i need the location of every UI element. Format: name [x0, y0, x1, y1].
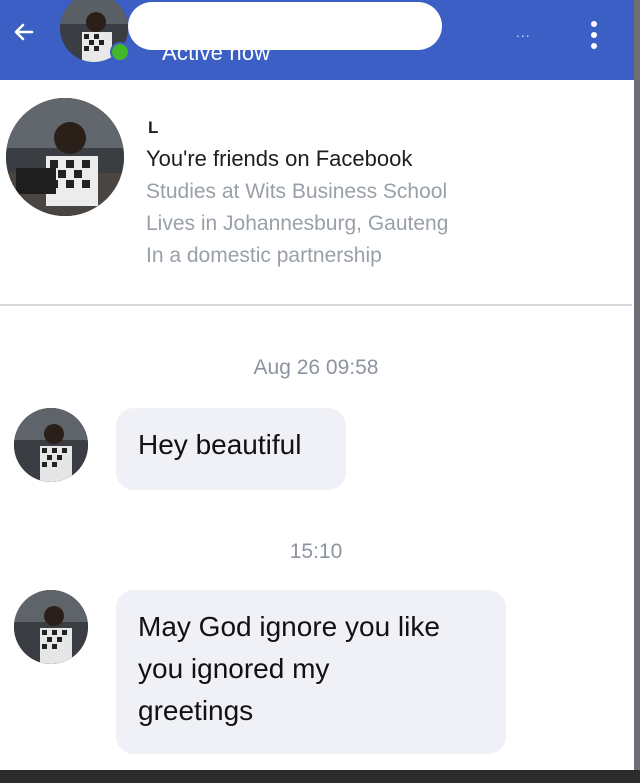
- more-vertical-icon: [591, 21, 597, 27]
- profile-photo: [14, 590, 88, 664]
- bottom-edge: [0, 770, 640, 783]
- profile-name: L: [148, 118, 159, 137]
- profile-avatar[interactable]: [6, 98, 124, 216]
- profile-card: L You're friends on Facebook Studies at …: [0, 80, 632, 306]
- timestamp: 15:10: [289, 540, 343, 563]
- back-button[interactable]: [6, 14, 42, 50]
- friends-status: You're friends on Facebook: [146, 146, 413, 171]
- education-info: Studies at Wits Business School: [146, 180, 448, 203]
- message-bubble[interactable]: Hey beautiful: [116, 408, 346, 490]
- arrow-left-icon: [14, 23, 34, 41]
- sender-avatar[interactable]: [14, 408, 88, 482]
- scrollbar-edge: [634, 0, 640, 783]
- more-options-button[interactable]: [582, 14, 606, 56]
- profile-photo: [6, 98, 124, 216]
- online-indicator: [110, 42, 130, 62]
- active-status: Active now: [162, 40, 271, 65]
- message-text: Hey beautiful: [138, 429, 302, 460]
- profile-photo: [14, 408, 88, 482]
- message-text-line: May God ignore you like: [138, 611, 440, 642]
- timestamp: Aug 26 09:58: [253, 356, 379, 379]
- header-ellipsis: ...: [516, 24, 531, 40]
- message-text-line: you ignored my: [138, 653, 330, 684]
- message-text-line: greetings: [138, 695, 254, 726]
- message-bubble[interactable]: May God ignore you like you ignored my g…: [116, 590, 506, 754]
- conversation-header: Active now ...: [0, 0, 634, 80]
- sender-avatar[interactable]: [14, 590, 88, 664]
- relationship-info: In a domestic partnership: [146, 244, 382, 267]
- location-info: Lives in Johannesburg, Gauteng: [146, 212, 449, 235]
